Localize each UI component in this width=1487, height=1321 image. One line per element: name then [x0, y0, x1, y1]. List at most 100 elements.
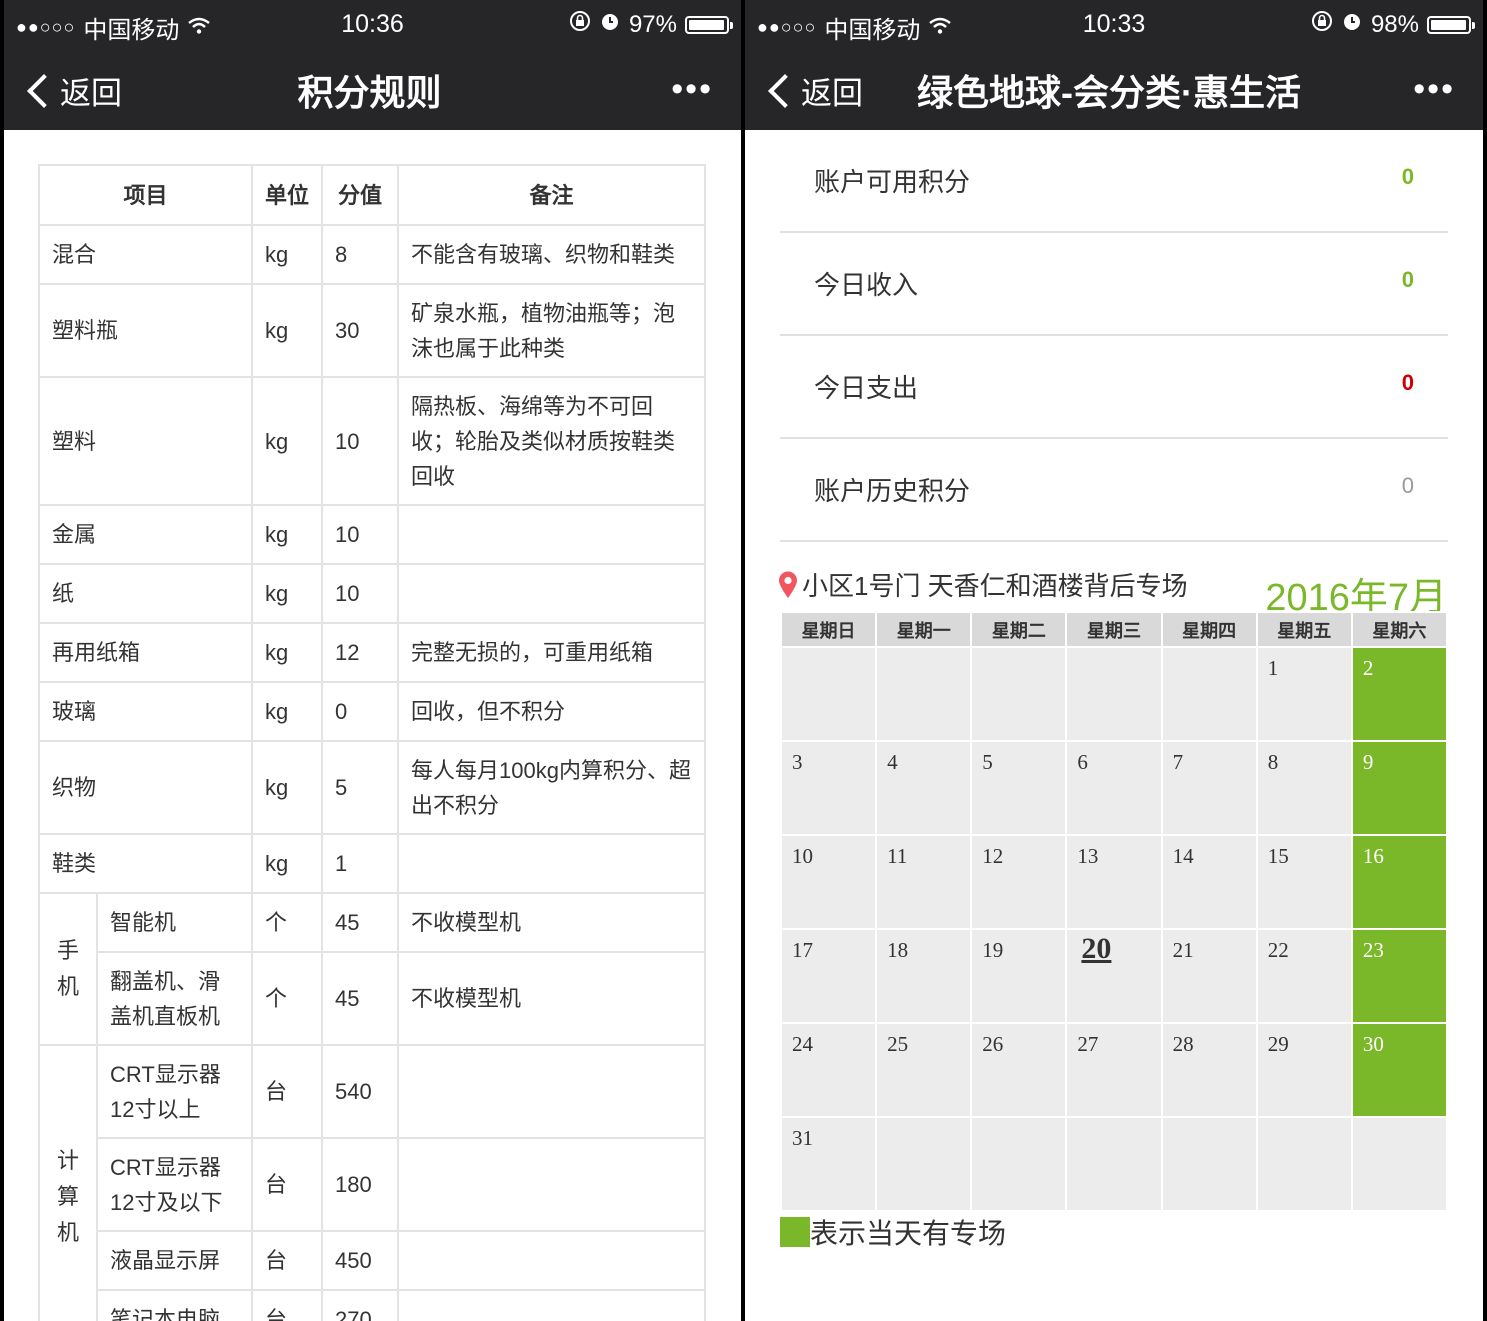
table-row: 塑料 kg 10 隔热板、海绵等为不可回收；轮胎及类似材质按鞋类回收 [38, 376, 706, 506]
calendar-day-23[interactable]: 23 [1350, 928, 1449, 1024]
back-button[interactable]: 返回 [765, 68, 863, 113]
venue-name: 小区1号门 天香仁和酒楼背后专场 [802, 571, 1188, 601]
score-cell: 45 [321, 951, 399, 1046]
calendar-day-24[interactable]: 24 [779, 1022, 878, 1118]
today-income-value: 0 [1401, 267, 1414, 292]
top-bar: ●●○○○ 中国移动 10:36 97% 返回 积分规则 ••• [4, 0, 741, 130]
score-cell: 450 [321, 1230, 399, 1291]
calendar-day-8[interactable]: 8 [1255, 740, 1353, 836]
score-cell: 10 [321, 376, 399, 506]
history-points-row[interactable]: 账户历史积分 0 [780, 439, 1448, 542]
calendar-day-16[interactable]: 16 [1350, 834, 1449, 930]
unit-cell: 个 [251, 951, 323, 1046]
weekday-label: 星期二 [970, 611, 1068, 648]
calendar-empty-cell [779, 646, 878, 742]
calendar-day-27[interactable]: 27 [1065, 1022, 1163, 1118]
status-bar: ●●○○○ 中国移动 10:33 98% [745, 6, 1483, 44]
calendar-day-7[interactable]: 7 [1160, 740, 1258, 836]
note-cell [397, 1230, 706, 1291]
calendar-day-25[interactable]: 25 [875, 1022, 973, 1118]
calendar-day-10[interactable]: 10 [779, 834, 878, 930]
calendar-legend: 表示当天有专场 [780, 1212, 1006, 1252]
table-row: 织物 kg 5 每人每月100kg内算积分、超出不积分 [38, 740, 706, 835]
calendar-day-1[interactable]: 1 [1255, 646, 1353, 742]
calendar-day-12[interactable]: 12 [970, 834, 1068, 930]
unit-cell: 台 [251, 1044, 323, 1139]
back-label: 返回 [801, 76, 863, 111]
more-options-icon[interactable]: ••• [1413, 70, 1455, 109]
score-cell: 1 [321, 833, 399, 894]
score-cell: 180 [321, 1137, 399, 1232]
item-cell: 智能机 [96, 892, 253, 953]
calendar-empty-cell [1065, 646, 1163, 742]
calendar-day-18[interactable]: 18 [875, 928, 973, 1024]
table-row: 计算机 CRT显示器12寸以上 台 540 [38, 1044, 706, 1321]
item-cell: 金属 [38, 504, 253, 565]
unit-cell: 个 [251, 892, 323, 953]
calendar-day-17[interactable]: 17 [779, 928, 878, 1024]
points-summary: 账户可用积分 0 今日收入 0 今日支出 0 账户历史积分 0 [780, 130, 1448, 542]
calendar-week-row: 24 25 26 27 28 29 30 [779, 1022, 1449, 1118]
item-cell: 笔记本电脑 [96, 1289, 253, 1321]
calendar-day-14[interactable]: 14 [1160, 834, 1258, 930]
more-options-icon[interactable]: ••• [671, 70, 713, 109]
status-bar: ●●○○○ 中国移动 10:36 97% [4, 6, 741, 44]
calendar-day-3[interactable]: 3 [779, 740, 878, 836]
item-cell: 塑料 [38, 376, 253, 506]
calendar-day-21[interactable]: 21 [1160, 928, 1258, 1024]
calendar-grid: 1 2 3 4 5 6 7 8 9 10 11 12 13 14 15 16 17 18 19 20 21 22 23 24 2… [779, 646, 1449, 1212]
calendar-day-6[interactable]: 6 [1065, 740, 1163, 836]
calendar-day-31[interactable]: 31 [779, 1116, 878, 1212]
venue-location[interactable]: 小区1号门 天香仁和酒楼背后专场 [778, 566, 1188, 603]
note-cell [397, 1044, 706, 1139]
table-row: 手机 智能机 个 45 不收模型机 [38, 892, 706, 1046]
unit-cell: kg [251, 504, 323, 565]
calendar-day-30[interactable]: 30 [1350, 1022, 1449, 1118]
item-cell: 塑料瓶 [38, 283, 253, 378]
calendar-day-11[interactable]: 11 [875, 834, 973, 930]
calendar-day-5[interactable]: 5 [970, 740, 1068, 836]
available-points-value: 0 [1401, 164, 1414, 189]
battery-icon [685, 15, 733, 34]
calendar-week-row: 12 [779, 646, 1449, 742]
today-expense-row[interactable]: 今日支出 0 [780, 336, 1448, 439]
score-cell: 30 [321, 283, 399, 378]
calendar-day-19[interactable]: 19 [970, 928, 1068, 1024]
calendar-day-2[interactable]: 2 [1350, 646, 1449, 742]
chevron-left-icon [768, 73, 802, 108]
weekday-label: 星期四 [1160, 611, 1258, 648]
unit-cell: kg [251, 833, 323, 894]
category-cell-computer: 计算机 [38, 1044, 98, 1321]
item-cell: 再用纸箱 [38, 622, 253, 683]
calendar-day-9[interactable]: 9 [1350, 740, 1449, 836]
nav-bar: 返回 积分规则 ••• [4, 58, 741, 118]
note-cell: 矿泉水瓶，植物油瓶等；泡沫也属于此种类 [397, 283, 706, 378]
unit-cell: 台 [251, 1230, 323, 1291]
note-cell [397, 563, 706, 624]
today-expense-label: 今日支出 [814, 373, 919, 403]
weekday-header-row: 星期日 星期一 星期二 星期三 星期四 星期五 星期六 [779, 611, 1449, 648]
calendar-week-row: 10 11 12 13 14 15 16 [779, 834, 1449, 930]
calendar-day-15[interactable]: 15 [1255, 834, 1353, 930]
today-income-row[interactable]: 今日收入 0 [780, 233, 1448, 336]
calendar-week-row: 17 18 19 20 21 22 23 [779, 928, 1449, 1024]
page-title: 绿色地球-会分类·惠生活 [917, 72, 1301, 113]
calendar-day-28[interactable]: 28 [1160, 1022, 1258, 1118]
calendar-day-29[interactable]: 29 [1255, 1022, 1353, 1118]
calendar-empty-cell [1065, 1116, 1163, 1212]
calendar-empty-cell [1160, 646, 1258, 742]
calendar-empty-cell [1255, 1116, 1353, 1212]
unit-cell: kg [251, 283, 323, 378]
rotation-lock-icon [1311, 10, 1333, 39]
calendar-day-13[interactable]: 13 [1065, 834, 1163, 930]
unit-cell: kg [251, 622, 323, 683]
calendar-day-22[interactable]: 22 [1255, 928, 1353, 1024]
item-cell: 玻璃 [38, 681, 253, 742]
note-cell: 每人每月100kg内算积分、超出不积分 [397, 740, 706, 835]
battery-percent: 98% [1370, 10, 1419, 38]
calendar-day-20[interactable]: 20 [1065, 928, 1163, 1024]
calendar-day-26[interactable]: 26 [970, 1022, 1068, 1118]
score-cell: 8 [321, 224, 399, 285]
available-points-row[interactable]: 账户可用积分 0 [780, 130, 1448, 233]
calendar-day-4[interactable]: 4 [875, 740, 973, 836]
